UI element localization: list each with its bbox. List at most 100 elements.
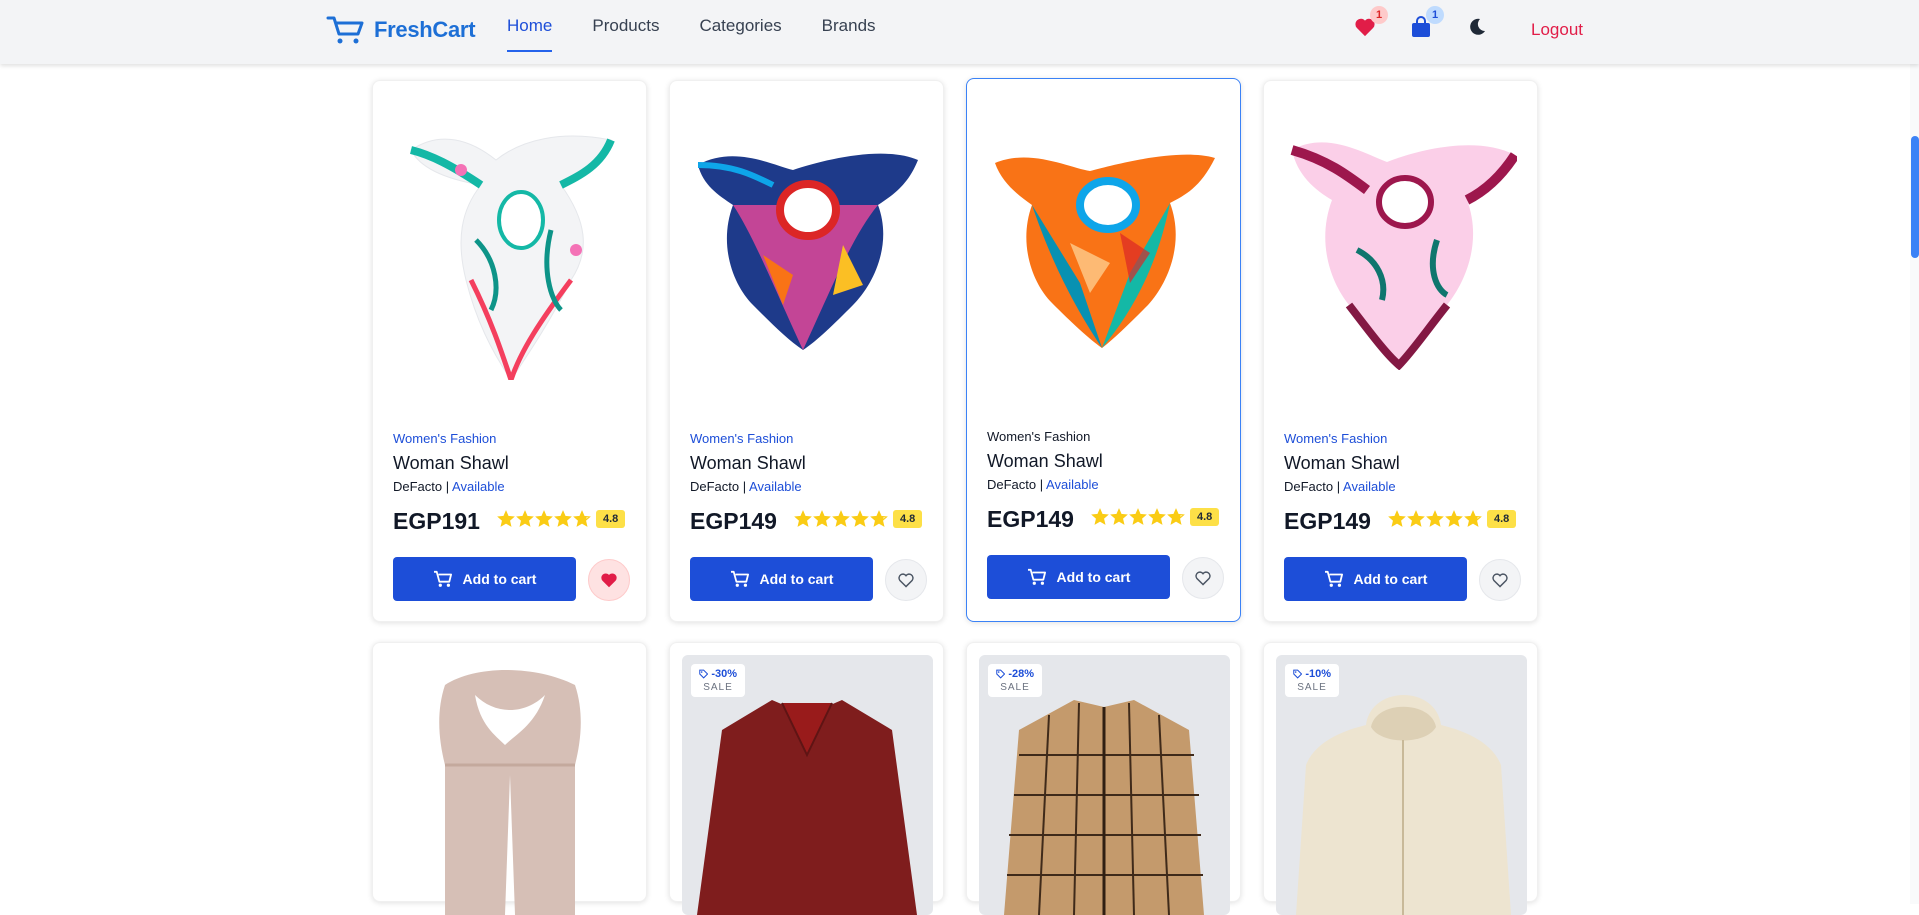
star-icon bbox=[832, 510, 850, 527]
product-card[interactable]: -10% SALE bbox=[1263, 642, 1538, 915]
product-image[interactable] bbox=[385, 655, 636, 915]
product-brand: DeFacto bbox=[1284, 479, 1334, 494]
product-card[interactable]: Women's Fashion Woman Shawl DeFacto | Av… bbox=[1263, 80, 1538, 622]
star-icon bbox=[1148, 508, 1166, 525]
star-icon bbox=[1407, 510, 1425, 527]
product-rating: 4.8 bbox=[497, 510, 626, 528]
nav-link-products[interactable]: Products bbox=[592, 0, 659, 52]
star-icon bbox=[516, 510, 534, 527]
nav-link-home[interactable]: Home bbox=[507, 0, 553, 52]
product-rating: 4.8 bbox=[1388, 510, 1517, 528]
star-icon bbox=[1426, 510, 1444, 527]
rating-badge: 4.8 bbox=[1190, 508, 1220, 526]
product-price: EGP149 bbox=[987, 506, 1074, 532]
star-icon bbox=[1129, 508, 1147, 525]
heart-outline-icon bbox=[1195, 571, 1211, 586]
product-card[interactable]: Women's Fashion Woman Shawl DeFacto | Av… bbox=[372, 80, 647, 622]
product-title[interactable]: Woman Shawl bbox=[1284, 453, 1400, 474]
nav-link-categories[interactable]: Categories bbox=[699, 0, 781, 52]
product-rating: 4.8 bbox=[1091, 508, 1220, 526]
add-to-cart-label: Add to cart bbox=[1353, 571, 1428, 587]
product-category[interactable]: Women's Fashion bbox=[987, 429, 1090, 444]
product-image[interactable] bbox=[682, 95, 933, 395]
tag-icon bbox=[996, 669, 1006, 679]
heart-outline-icon bbox=[898, 573, 914, 588]
cart-logo-icon bbox=[326, 16, 364, 44]
product-category[interactable]: Women's Fashion bbox=[690, 431, 793, 446]
product-image[interactable]: -10% SALE bbox=[1276, 655, 1527, 915]
add-to-cart-button[interactable]: Add to cart bbox=[393, 557, 576, 601]
theme-toggle-button[interactable] bbox=[1464, 14, 1490, 40]
moon-icon bbox=[1470, 18, 1485, 35]
sale-label: SALE bbox=[703, 682, 733, 693]
heart-icon bbox=[601, 573, 617, 588]
product-title[interactable]: Woman Shawl bbox=[987, 451, 1103, 472]
star-icon bbox=[813, 510, 831, 527]
discount-value: -30% bbox=[711, 668, 737, 680]
product-brand: DeFacto bbox=[393, 479, 443, 494]
product-availability: Available bbox=[749, 479, 802, 494]
cart-icon bbox=[1324, 570, 1343, 587]
navbar: FreshCart Home Products Categories Brand… bbox=[0, 0, 1919, 64]
discount-value: -28% bbox=[1008, 668, 1034, 680]
product-title[interactable]: Woman Shawl bbox=[690, 453, 806, 474]
product-brand-line: DeFacto | Available bbox=[987, 477, 1099, 492]
star-icon bbox=[573, 510, 591, 527]
logout-button[interactable]: Logout bbox=[1531, 20, 1583, 40]
product-image[interactable] bbox=[1276, 95, 1527, 395]
nav-icons: 1 1 bbox=[1352, 6, 1520, 40]
add-to-cart-button[interactable]: Add to cart bbox=[690, 557, 873, 601]
product-card[interactable] bbox=[372, 642, 647, 915]
product-category[interactable]: Women's Fashion bbox=[1284, 431, 1387, 446]
product-availability: Available bbox=[1046, 477, 1099, 492]
product-image[interactable] bbox=[385, 95, 636, 395]
product-card[interactable]: Women's Fashion Woman Shawl DeFacto | Av… bbox=[669, 80, 944, 622]
sale-tag: -28% SALE bbox=[988, 664, 1042, 697]
product-price: EGP149 bbox=[1284, 508, 1371, 534]
product-card[interactable]: -30% SALE bbox=[669, 642, 944, 915]
star-icon bbox=[554, 510, 572, 527]
star-icon bbox=[1110, 508, 1128, 525]
product-category[interactable]: Women's Fashion bbox=[393, 431, 496, 446]
cart-icon bbox=[730, 570, 749, 587]
product-brand: DeFacto bbox=[690, 479, 740, 494]
tag-icon bbox=[1293, 669, 1303, 679]
cart-count-badge: 1 bbox=[1426, 6, 1444, 24]
add-to-cart-button[interactable]: Add to cart bbox=[987, 555, 1170, 599]
product-brand-line: DeFacto | Available bbox=[690, 479, 802, 494]
wishlist-toggle-button[interactable] bbox=[588, 559, 630, 601]
star-icon bbox=[1388, 510, 1406, 527]
product-availability: Available bbox=[452, 479, 505, 494]
product-card[interactable]: Women's Fashion Woman Shawl DeFacto | Av… bbox=[966, 78, 1241, 622]
star-icon bbox=[1167, 508, 1185, 525]
sale-label: SALE bbox=[1000, 682, 1030, 693]
cart-button[interactable]: 1 bbox=[1408, 6, 1444, 40]
heart-outline-icon bbox=[1492, 573, 1508, 588]
product-title[interactable]: Woman Shawl bbox=[393, 453, 509, 474]
wishlist-button[interactable]: 1 bbox=[1352, 6, 1388, 40]
rating-badge: 4.8 bbox=[596, 510, 626, 528]
wishlist-toggle-button[interactable] bbox=[885, 559, 927, 601]
product-image[interactable] bbox=[979, 93, 1230, 393]
wishlist-toggle-button[interactable] bbox=[1182, 557, 1224, 599]
scrollbar-thumb[interactable] bbox=[1911, 136, 1919, 258]
product-brand-line: DeFacto | Available bbox=[393, 479, 505, 494]
sale-label: SALE bbox=[1297, 682, 1327, 693]
cart-icon bbox=[1027, 568, 1046, 585]
product-image[interactable]: -30% SALE bbox=[682, 655, 933, 915]
nav-links: Home Products Categories Brands bbox=[507, 0, 916, 64]
sale-tag: -30% SALE bbox=[691, 664, 745, 697]
star-rating-icons bbox=[1091, 508, 1185, 526]
logo[interactable]: FreshCart bbox=[326, 14, 476, 46]
wishlist-toggle-button[interactable] bbox=[1479, 559, 1521, 601]
product-price: EGP191 bbox=[393, 508, 480, 534]
product-image[interactable]: -28% SALE bbox=[979, 655, 1230, 915]
add-to-cart-label: Add to cart bbox=[759, 571, 834, 587]
product-card[interactable]: -28% SALE bbox=[966, 642, 1241, 915]
nav-link-brands[interactable]: Brands bbox=[822, 0, 876, 52]
rating-badge: 4.8 bbox=[1487, 510, 1517, 528]
sale-tag: -10% SALE bbox=[1285, 664, 1339, 697]
add-to-cart-button[interactable]: Add to cart bbox=[1284, 557, 1467, 601]
star-icon bbox=[535, 510, 553, 527]
cart-icon bbox=[433, 570, 452, 587]
